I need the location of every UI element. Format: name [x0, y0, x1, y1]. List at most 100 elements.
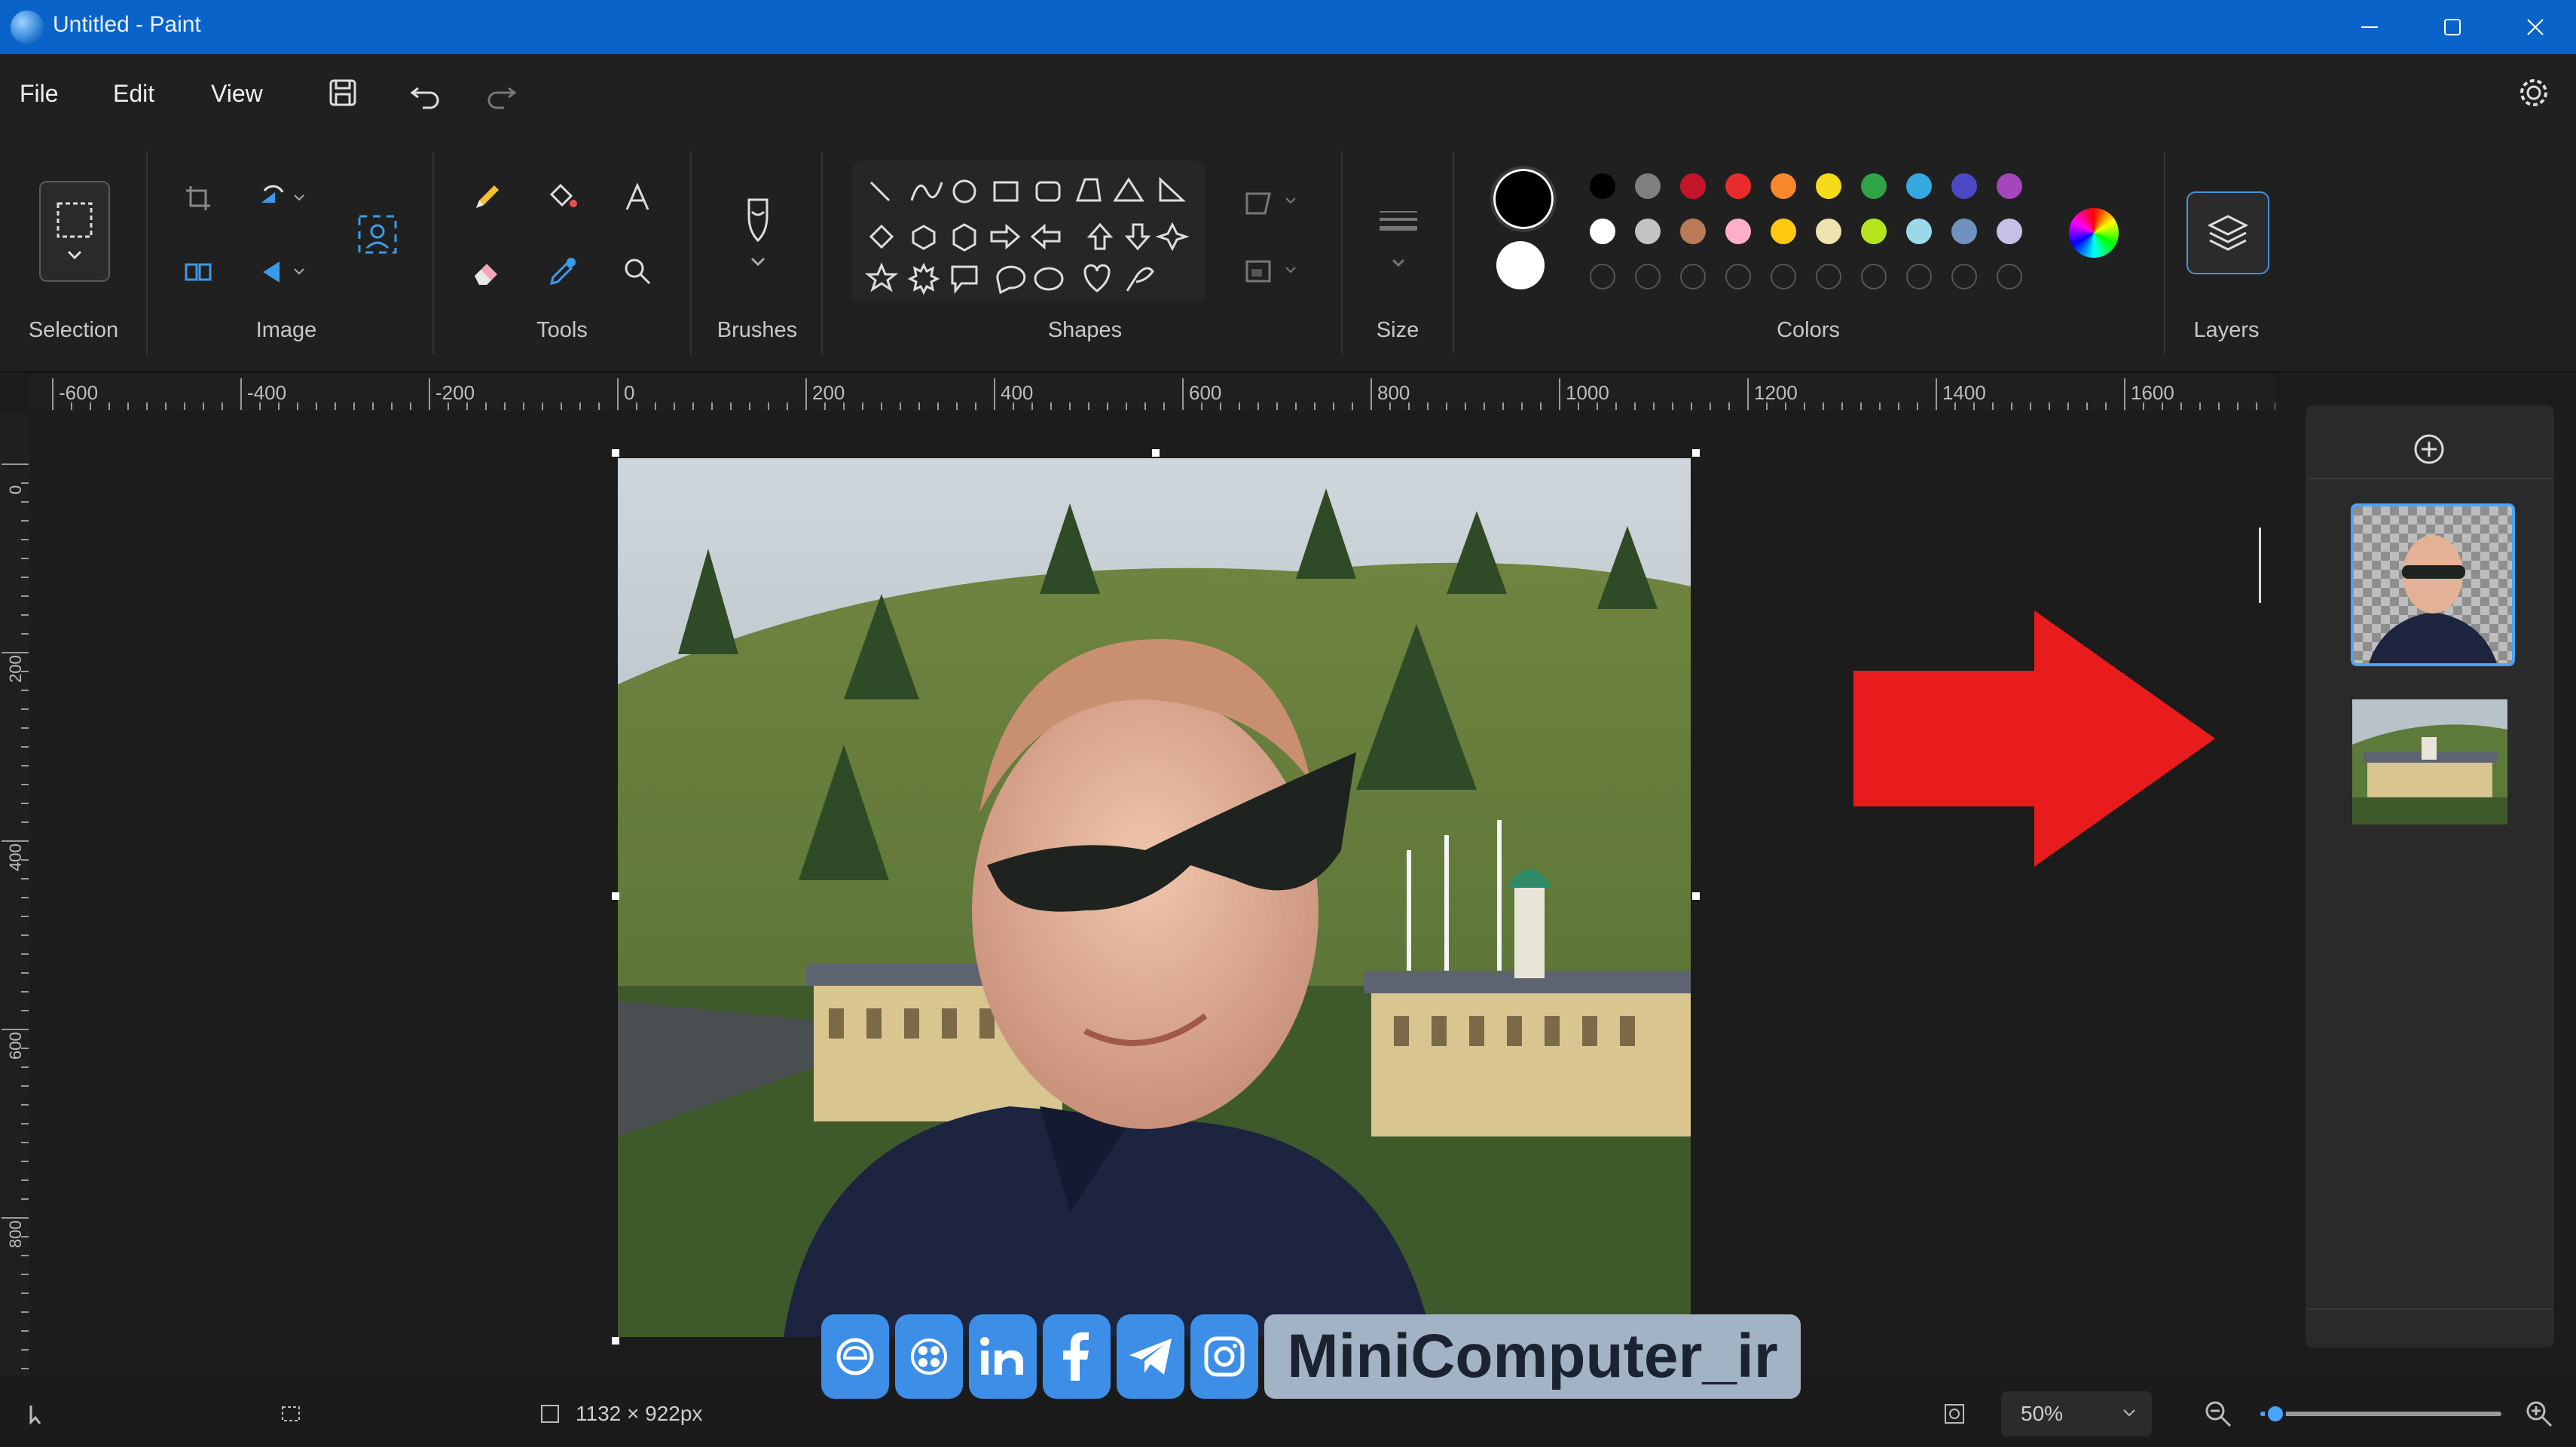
- color-palette-row-1: [1590, 173, 2022, 199]
- color-swatch[interactable]: [1590, 173, 1615, 199]
- flip-icon[interactable]: [253, 252, 313, 292]
- color-swatch[interactable]: [1861, 219, 1887, 244]
- zoom-out-icon[interactable]: [2200, 1396, 2236, 1432]
- title-bar: Untitled - Paint: [0, 0, 2576, 54]
- custom-color-slot[interactable]: [1997, 264, 2022, 289]
- color-swatch[interactable]: [1590, 219, 1615, 244]
- color-swatch[interactable]: [1635, 219, 1661, 244]
- ribbon-divider: [146, 151, 148, 354]
- ruler-label: 0: [6, 485, 25, 494]
- selection-button[interactable]: [39, 181, 110, 282]
- tools-group-label: Tools: [536, 318, 588, 342]
- zoom-dropdown[interactable]: 50%: [2001, 1391, 2152, 1436]
- color-swatch[interactable]: [1771, 219, 1796, 244]
- resize-handle[interactable]: [1152, 449, 1160, 457]
- color-swatch[interactable]: [1997, 219, 2022, 244]
- zoom-slider-thumb[interactable]: [2264, 1403, 2286, 1424]
- pencil-icon[interactable]: [464, 175, 509, 220]
- color-swatch[interactable]: [1635, 173, 1661, 199]
- menu-file[interactable]: File: [20, 80, 59, 108]
- color-swatch[interactable]: [1816, 173, 1841, 199]
- rotate-icon[interactable]: [253, 178, 313, 219]
- zoom-slider-track[interactable]: [2260, 1403, 2501, 1424]
- zoom-value: 50%: [2021, 1402, 2064, 1425]
- layer-thumbnail-person[interactable]: [2351, 503, 2515, 666]
- shapes-group-label: Shapes: [1047, 318, 1123, 342]
- linkedin-icon: [969, 1314, 1037, 1399]
- ruler-label: 200: [6, 655, 25, 683]
- resize-handle[interactable]: [1692, 892, 1700, 900]
- magnifier-icon[interactable]: [615, 249, 660, 294]
- custom-color-slot[interactable]: [1951, 264, 1977, 289]
- resize-handle[interactable]: [612, 449, 619, 457]
- resize-handle[interactable]: [612, 892, 619, 900]
- text-tool-icon[interactable]: [615, 175, 660, 220]
- brushes-button[interactable]: [728, 187, 788, 277]
- color-swatch[interactable]: [1680, 173, 1706, 199]
- color-swatch[interactable]: [1771, 173, 1796, 199]
- minimize-button[interactable]: [2328, 0, 2411, 54]
- color-picker-icon[interactable]: [539, 249, 585, 294]
- crop-icon[interactable]: [178, 178, 218, 219]
- custom-color-slot[interactable]: [1771, 264, 1796, 289]
- color-swatch[interactable]: [1861, 173, 1887, 199]
- layers-button[interactable]: [2186, 191, 2269, 274]
- color-swatch[interactable]: [1906, 219, 1932, 244]
- color-swatch[interactable]: [1725, 173, 1751, 199]
- color-swatch[interactable]: [1725, 219, 1751, 244]
- custom-color-slot[interactable]: [1906, 264, 1932, 289]
- layers-panel: [2306, 405, 2554, 1348]
- undo-icon[interactable]: [407, 74, 445, 112]
- window-title: Untitled - Paint: [53, 12, 201, 37]
- ruler-label: -600: [59, 381, 98, 404]
- custom-color-slot[interactable]: [1635, 264, 1661, 289]
- custom-color-slot[interactable]: [1590, 264, 1615, 289]
- save-icon[interactable]: [324, 74, 362, 112]
- shape-outline-icon[interactable]: [1236, 179, 1311, 225]
- color-swatch[interactable]: [1680, 219, 1706, 244]
- ruler-label: 1600: [2131, 381, 2174, 404]
- fit-to-window-icon[interactable]: [1938, 1397, 1971, 1430]
- close-button[interactable]: [2494, 0, 2576, 54]
- resize-icon[interactable]: [178, 252, 218, 292]
- website-icon: [821, 1314, 889, 1399]
- custom-color-slot[interactable]: [1680, 264, 1706, 289]
- eraser-icon[interactable]: [464, 249, 509, 294]
- color-swatch[interactable]: [1816, 219, 1841, 244]
- selection-size-icon: [276, 1399, 306, 1429]
- ruler-label: 800: [6, 1220, 25, 1248]
- resize-handle[interactable]: [1692, 449, 1700, 457]
- zoom-in-icon[interactable]: [2521, 1396, 2557, 1432]
- color-swatch[interactable]: [1951, 173, 1977, 199]
- custom-color-slot[interactable]: [1725, 264, 1751, 289]
- redo-icon[interactable]: [482, 74, 520, 112]
- ruler-label: -200: [435, 381, 475, 404]
- size-button[interactable]: [1368, 193, 1429, 276]
- custom-color-slot[interactable]: [1816, 264, 1841, 289]
- custom-color-slot[interactable]: [1861, 264, 1887, 289]
- paint-app-icon: [11, 11, 44, 44]
- color-swatch[interactable]: [1997, 173, 2022, 199]
- ruler-label: 400: [6, 843, 25, 871]
- layer-thumbnail-background[interactable]: [2352, 699, 2507, 824]
- secondary-color-swatch[interactable]: [1496, 241, 1545, 289]
- edit-colors-wheel-icon[interactable]: [2069, 208, 2119, 258]
- drawing-canvas[interactable]: [618, 458, 1691, 1337]
- color-swatch[interactable]: [1906, 173, 1932, 199]
- settings-gear-icon[interactable]: [2513, 72, 2554, 113]
- remove-background-icon[interactable]: [351, 208, 404, 261]
- menu-bar: [0, 54, 2576, 137]
- watermark-banner: MiniComputer_ir: [821, 1314, 1801, 1400]
- color-swatch[interactable]: [1951, 219, 1977, 244]
- shape-fill-icon[interactable]: [1236, 249, 1311, 294]
- ribbon-divider: [821, 151, 823, 354]
- menu-edit[interactable]: Edit: [113, 80, 154, 108]
- custom-color-row: [1590, 264, 2022, 289]
- resize-handle[interactable]: [612, 1337, 619, 1345]
- add-layer-icon[interactable]: [2408, 428, 2450, 470]
- primary-color-swatch[interactable]: [1490, 166, 1557, 232]
- fill-bucket-icon[interactable]: [539, 175, 585, 220]
- selection-group-label: Selection: [28, 318, 119, 342]
- menu-view[interactable]: View: [211, 80, 263, 108]
- maximize-button[interactable]: [2411, 0, 2494, 54]
